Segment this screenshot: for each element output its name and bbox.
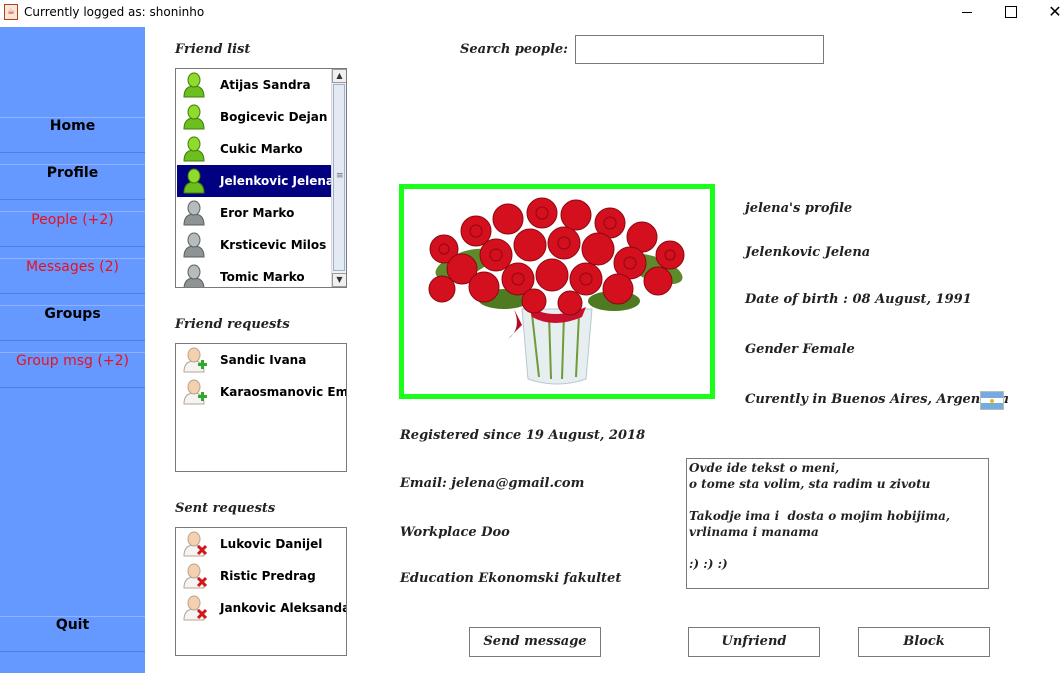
friend-list-scrollbar[interactable]: ▲ ▼ <box>331 69 346 287</box>
quit-button[interactable]: Quit <box>0 616 145 652</box>
list-item-name: Jelenkovic Jelena <box>220 174 335 188</box>
user-add-icon <box>181 379 207 405</box>
list-item-name: Bogicevic Dejan <box>220 110 328 124</box>
title-bar: ☕ Currently logged as: shoninho ✕ <box>0 0 1061 26</box>
user-offline-icon <box>181 200 207 226</box>
friend-requests-title: Friend requests <box>175 317 290 332</box>
minimize-button[interactable] <box>944 0 990 26</box>
scroll-down-icon[interactable]: ▼ <box>332 273 346 287</box>
user-offline-icon <box>181 264 207 287</box>
profile-date-of-birth: Date of birth : 08 August, 1991 <box>745 292 972 307</box>
user-remove-icon <box>181 531 208 557</box>
list-item-name: Atijas Sandra <box>220 78 311 92</box>
window-title: Currently logged as: shoninho <box>24 5 205 19</box>
list-item-name: Jankovic Aleksandar <box>220 601 347 615</box>
profile-photo <box>399 184 715 399</box>
list-item[interactable]: Krsticevic Milos <box>177 229 331 261</box>
user-offline-icon <box>181 232 207 258</box>
user-online-icon <box>181 136 207 162</box>
list-item[interactable]: Karaosmanovic Emir <box>177 376 347 408</box>
block-button[interactable]: Block <box>858 627 990 657</box>
list-item[interactable]: Jankovic Aleksandar <box>177 592 347 624</box>
scroll-up-icon[interactable]: ▲ <box>332 69 346 83</box>
sidebar: Home Profile People (+2) Messages (2) Gr… <box>0 27 145 673</box>
scrollbar-thumb[interactable] <box>333 84 345 271</box>
unfriend-button[interactable]: Unfriend <box>688 627 820 657</box>
user-remove-icon <box>181 595 208 621</box>
sent-requests-title: Sent requests <box>175 501 276 516</box>
search-input[interactable] <box>575 35 824 64</box>
profile-email: Email: jelena@gmail.com <box>400 476 585 491</box>
list-item[interactable]: Ristic Predrag <box>177 560 346 592</box>
profile-workplace: Workplace Doo <box>400 525 510 540</box>
list-item-name: Cukic Marko <box>220 142 303 156</box>
nav-messages-button[interactable]: Messages (2) <box>0 258 145 294</box>
maximize-button[interactable] <box>988 0 1034 26</box>
list-item-name: Ristic Predrag <box>220 569 316 583</box>
list-item[interactable]: Eror Marko <box>177 197 331 229</box>
friend-list[interactable]: Atijas Sandra Bogicevic Dejan Cukic Marko J… <box>175 68 347 288</box>
user-add-icon <box>181 347 207 373</box>
list-item-name: Lukovic Danijel <box>220 537 323 551</box>
nav-profile-button[interactable]: Profile <box>0 164 145 200</box>
list-item[interactable]: Jelenkovic Jelena <box>177 165 335 197</box>
user-online-icon <box>181 168 207 194</box>
user-online-icon <box>181 104 207 130</box>
list-item[interactable]: Cukic Marko <box>177 133 331 165</box>
user-remove-icon <box>181 563 208 589</box>
profile-registered: Registered since 19 August, 2018 <box>400 428 646 443</box>
profile-bio[interactable]: Ovde ide tekst o meni, o tome sta volim,… <box>686 458 989 589</box>
list-item-name: Eror Marko <box>220 206 295 220</box>
profile-location: Curently in Buenos Aires, Argentina <box>745 392 1010 407</box>
profile-heading: jelena's profile <box>745 201 853 216</box>
nav-home-button[interactable]: Home <box>0 117 145 153</box>
java-cup-icon: ☕ <box>4 4 18 20</box>
nav-groups-button[interactable]: Groups <box>0 305 145 341</box>
nav-people-button[interactable]: People (+2) <box>0 211 145 247</box>
sent-requests-list[interactable]: Lukovic Danijel Ristic Predrag Jankovic Al… <box>175 527 347 656</box>
nav-group-msg-button[interactable]: Group msg (+2) <box>0 352 145 388</box>
profile-full-name: Jelenkovic Jelena <box>745 245 871 260</box>
profile-education: Education Ekonomski fakultet <box>400 571 622 586</box>
list-item[interactable]: Tomic Marko <box>177 261 331 287</box>
list-item[interactable]: Atijas Sandra <box>177 69 331 101</box>
argentina-flag-icon <box>980 391 1004 410</box>
list-item[interactable]: Lukovic Danijel <box>177 528 346 560</box>
rose-bouquet-image <box>428 197 685 385</box>
list-item[interactable]: Sandic Ivana <box>177 344 346 376</box>
list-item-name: Karaosmanovic Emir <box>220 385 347 399</box>
friend-list-title: Friend list <box>175 42 251 57</box>
send-message-button[interactable]: Send message <box>469 627 601 657</box>
profile-gender: Gender Female <box>745 342 855 357</box>
search-label: Search people: <box>460 42 568 57</box>
close-button[interactable]: ✕ <box>1032 0 1061 26</box>
user-online-icon <box>181 72 207 98</box>
list-item-name: Krsticevic Milos <box>220 238 327 252</box>
friend-requests-list[interactable]: Sandic Ivana Karaosmanovic Emir <box>175 343 347 472</box>
list-item-name: Sandic Ivana <box>220 353 307 367</box>
list-item-name: Tomic Marko <box>220 270 305 284</box>
list-item[interactable]: Bogicevic Dejan <box>177 101 331 133</box>
